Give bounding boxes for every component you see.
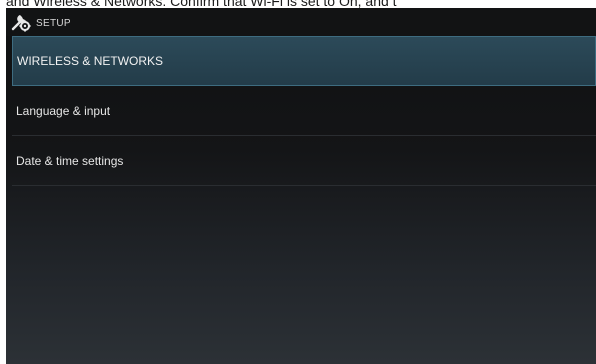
screenshot-root: and Wireless & Networks. Confirm that Wi… <box>0 0 596 364</box>
menu-item-label: WIRELESS & NETWORKS <box>17 54 164 68</box>
menu-item-language-input[interactable]: Language & input <box>12 86 596 136</box>
action-bar: SETUP <box>6 8 596 36</box>
menu-item-label: Date & time settings <box>16 153 124 168</box>
setup-screen: SETUP WIRELESS & NETWORKS Language & inp… <box>6 8 596 364</box>
settings-menu-list: WIRELESS & NETWORKS Language & input Dat… <box>6 36 596 186</box>
menu-item-date-time-settings[interactable]: Date & time settings <box>12 136 596 186</box>
menu-item-label: Language & input <box>16 103 111 118</box>
instruction-caption: and Wireless & Networks. Confirm that Wi… <box>6 0 397 8</box>
menu-item-wireless-networks[interactable]: WIRELESS & NETWORKS <box>12 36 596 86</box>
settings-tools-icon[interactable] <box>10 11 32 33</box>
app-title: SETUP <box>36 17 71 29</box>
